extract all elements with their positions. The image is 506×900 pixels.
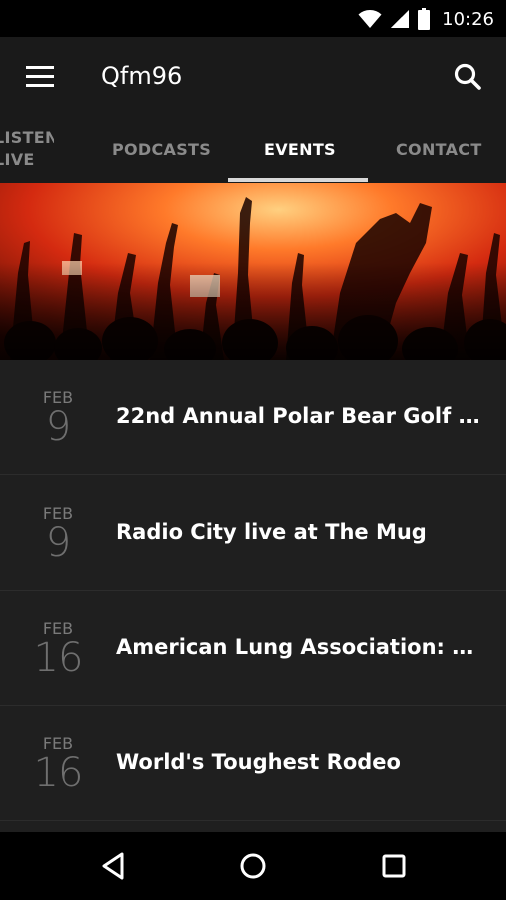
system-nav-bar	[0, 832, 506, 900]
tab-podcasts[interactable]: PODCASTS	[112, 115, 211, 183]
event-title: 22nd Annual Polar Bear Golf Open	[116, 404, 482, 428]
event-day: 9	[45, 404, 71, 450]
status-time: 10:26	[442, 8, 494, 30]
tab-listen-live-label-line2: LIVE	[0, 150, 35, 169]
tab-events-label: EVENTS	[264, 139, 336, 159]
app-title: Qfm96	[101, 62, 183, 90]
event-day: 9	[45, 520, 71, 566]
tab-listen-live-label-line1: LISTEN	[0, 128, 54, 147]
event-list: FEB 9 22nd Annual Polar Bear Golf Open F…	[0, 360, 506, 832]
event-title: Radio City live at The Mug	[116, 520, 427, 544]
battery-icon	[418, 8, 431, 30]
search-button[interactable]	[450, 59, 486, 95]
tab-contact-label: CONTACT	[396, 139, 482, 159]
status-bar: 10:26	[0, 0, 506, 37]
home-button[interactable]	[235, 848, 271, 884]
concert-crowd-image	[0, 183, 506, 360]
recents-icon	[382, 854, 406, 878]
back-button[interactable]	[96, 848, 132, 884]
tab-podcasts-label: PODCASTS	[112, 139, 212, 159]
event-title: World's Toughest Rodeo	[116, 750, 401, 774]
event-list-item[interactable]: FEB 16 American Lung Association: Fight …	[0, 591, 506, 706]
tab-indicator	[228, 178, 368, 182]
wifi-icon	[358, 10, 382, 28]
event-title: American Lung Association: Fight for Air…	[116, 635, 482, 659]
app-bar: Qfm96	[0, 37, 506, 115]
event-day: 16	[33, 750, 84, 796]
home-icon	[240, 853, 266, 879]
status-icons: 10:26	[358, 8, 494, 30]
event-list-item[interactable]: FEB 9 22nd Annual Polar Bear Golf Open	[0, 360, 506, 475]
event-list-item[interactable]: FEB 9 Radio City live at The Mug	[0, 476, 506, 591]
recents-button[interactable]	[376, 848, 412, 884]
search-icon	[454, 63, 481, 90]
hero-banner-image	[0, 183, 506, 360]
tab-bar: LISTEN LIVE PODCASTS EVENTS CONTACT	[0, 115, 506, 183]
signal-icon	[391, 10, 410, 28]
menu-icon	[26, 66, 54, 87]
event-day: 16	[33, 635, 84, 681]
tab-listen-live[interactable]: LISTEN LIVE	[0, 115, 54, 183]
tab-contact[interactable]: CONTACT	[396, 115, 482, 183]
tab-events[interactable]: EVENTS	[264, 115, 336, 183]
menu-button[interactable]	[20, 59, 60, 95]
event-list-item[interactable]: FEB 16 World's Toughest Rodeo	[0, 706, 506, 821]
back-icon	[102, 852, 124, 880]
